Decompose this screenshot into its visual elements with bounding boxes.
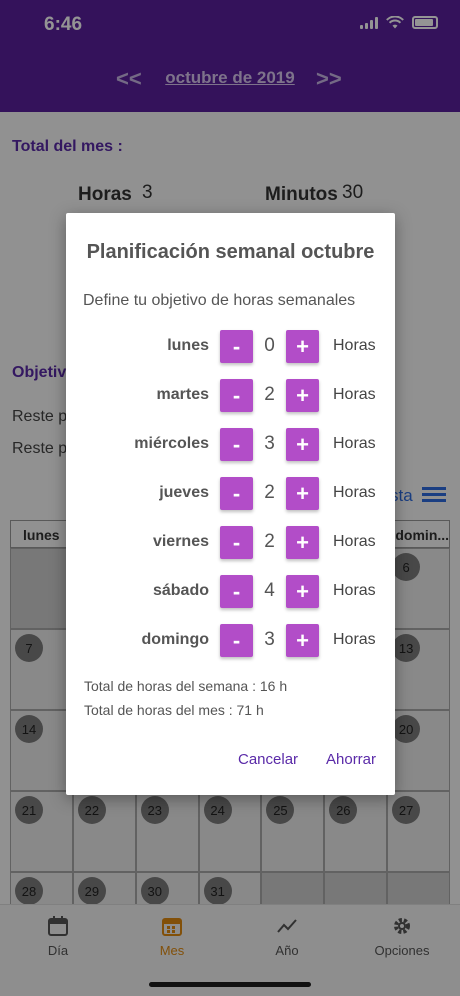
decrement-button[interactable]: -: [220, 575, 253, 608]
hours-value: 2: [264, 531, 275, 552]
cancel-button[interactable]: Cancelar: [238, 751, 298, 768]
hours-value: 3: [264, 629, 275, 650]
save-button[interactable]: Ahorrar: [326, 751, 376, 768]
unit-label: Horas: [333, 435, 376, 452]
unit-label: Horas: [333, 337, 376, 354]
day-label: lunes: [167, 337, 209, 354]
decrement-button[interactable]: -: [220, 526, 253, 559]
increment-button[interactable]: +: [286, 526, 319, 559]
increment-button[interactable]: +: [286, 624, 319, 657]
day-label: domingo: [141, 631, 209, 648]
decrement-button[interactable]: -: [220, 330, 253, 363]
increment-button[interactable]: +: [286, 575, 319, 608]
increment-button[interactable]: +: [286, 477, 319, 510]
increment-button[interactable]: +: [286, 330, 319, 363]
total-month-hours: Total de horas del mes : 71 h: [84, 702, 264, 718]
day-label: miércoles: [134, 435, 209, 452]
day-goal-row: miércoles -3 + Horas: [66, 428, 395, 462]
day-goal-row: martes -2 + Horas: [66, 379, 395, 413]
decrement-button[interactable]: -: [220, 477, 253, 510]
day-goal-row: lunes -0 + Horas: [66, 330, 395, 364]
day-label: viernes: [152, 533, 209, 550]
hours-value: 2: [264, 384, 275, 405]
unit-label: Horas: [333, 582, 376, 599]
total-week-hours: Total de horas del semana : 16 h: [84, 678, 288, 694]
unit-label: Horas: [333, 631, 376, 648]
day-label: sábado: [152, 582, 209, 599]
hours-value: 3: [264, 433, 275, 454]
unit-label: Horas: [333, 484, 376, 501]
dialog-title: Planificación semanal octubre: [86, 241, 375, 263]
day-label: jueves: [159, 484, 209, 501]
decrement-button[interactable]: -: [220, 624, 253, 657]
unit-label: Horas: [333, 386, 376, 403]
home-indicator: [149, 982, 311, 987]
hours-value: 2: [264, 482, 275, 503]
hours-value: 0: [264, 335, 275, 356]
day-label: martes: [156, 386, 209, 403]
day-goal-row: viernes -2 + Horas: [66, 526, 395, 560]
increment-button[interactable]: +: [286, 428, 319, 461]
hours-value: 4: [264, 580, 275, 601]
dialog-subtitle: Define tu objetivo de horas semanales: [83, 292, 356, 309]
weekly-plan-dialog: Planificación semanal octubre Define tu …: [66, 213, 395, 795]
day-goal-row: sábado -4 + Horas: [66, 575, 395, 609]
decrement-button[interactable]: -: [220, 379, 253, 412]
decrement-button[interactable]: -: [220, 428, 253, 461]
unit-label: Horas: [333, 533, 376, 550]
increment-button[interactable]: +: [286, 379, 319, 412]
day-goal-row: jueves -2 + Horas: [66, 477, 395, 511]
day-goal-row: domingo -3 + Horas: [66, 624, 395, 658]
